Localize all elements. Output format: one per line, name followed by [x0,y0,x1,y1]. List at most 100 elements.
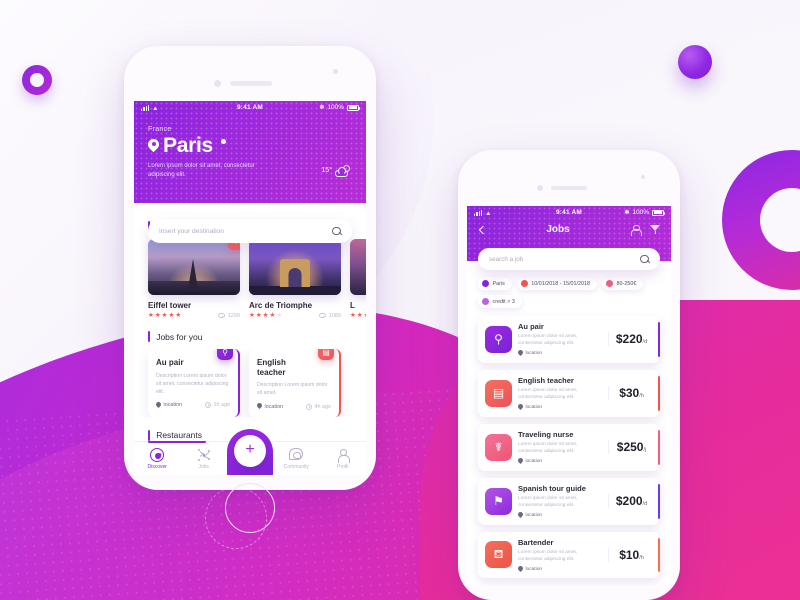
bartender-icon: ⛾ [485,541,512,569]
job-list-item[interactable]: ▤ English teacher Lorem ipsum dolor sit … [478,369,660,417]
hotspot-name: Eiffel tower [148,300,192,310]
tab-label: Discover [147,464,167,470]
job-item-description: Lorem ipsum dolor sit amet, consectetur … [518,334,578,347]
job-accent-edge [657,375,660,411]
hero-country: France [148,126,172,133]
hotspot-meta: ★★★★★ [350,311,366,320]
person-icon [336,448,350,463]
phone-sensor [641,175,645,179]
status-right: ✽ 100% [582,209,666,216]
job-location-label: location [525,405,543,410]
funnel-filter-icon[interactable] [650,224,661,235]
job-time-label: 1h ago [213,402,231,409]
job-list-item[interactable]: ⚑ Spanish tour guide Lorem ipsum dolor s… [478,477,660,525]
job-card-title: Au pair [156,358,184,368]
job-item-title: Traveling nurse [518,429,574,439]
louvre-photo [350,238,366,295]
tab-community[interactable]: Community [273,442,319,470]
status-bar: 9:41 AM ✽ 100% [134,101,366,114]
job-location-label: location [264,403,284,410]
status-time: 9:41 AM [236,104,264,111]
job-card[interactable]: ⚲ Au pair Description Lorem ipsum dolor … [148,349,240,417]
weather-temperature: 15° [321,167,332,175]
filter-chip[interactable]: 10/01/2018 - 15/01/2018 [516,277,598,290]
job-item-location: location [518,350,602,357]
price-value: $200 [615,494,643,509]
chip-label: Paris [492,280,505,287]
tab-active-indicator [148,441,206,443]
tab-jobs[interactable]: Jobs [180,442,226,470]
phone-home-button[interactable] [225,483,275,533]
job-item-description: Lorem ipsum dolor sit amet, consectetur … [518,387,578,401]
hotspot-card-row[interactable]: ♥ Eiffel tower ★★★★★ 1299 [134,238,366,320]
plus-icon: + [245,441,255,458]
chevron-left-icon[interactable] [477,225,486,234]
page-title: Jobs [546,224,570,235]
rating-stars: ★★★★★ [350,311,366,319]
hotspot-card[interactable]: L ★★★★★ [350,238,366,320]
phone-camera [537,185,543,191]
search-icon[interactable] [640,254,649,264]
job-item-location: location [518,458,602,465]
job-search-placeholder: search a job [489,255,524,263]
location-pin-icon [518,350,523,357]
hotspot-card[interactable]: ♥ Eiffel tower ★★★★★ 1299 [148,238,240,320]
hotspot-card[interactable]: Arc de Triomphe ★ ★ ★ ★ ★ 1089 [249,238,341,320]
price-value: $220 [615,332,643,347]
jobs-card-row[interactable]: ⚲ Au pair Description Lorem ipsum dolor … [134,349,366,417]
job-results-list[interactable]: ⚲ Au pair Lorem ipsum dolor sit amet, co… [467,308,671,579]
chip-label: 10/01/2018 - 15/01/2018 [531,280,591,287]
job-card-footer: location 4h ago [257,403,331,410]
job-location-label: location [525,566,543,572]
mockup-stage: 9:41 AM ✽ 100% France Paris Lorem ipsum … [0,0,800,600]
view-count-value: 1089 [328,312,341,319]
job-time-label: 4h ago [314,403,332,410]
job-item-description: Lorem ipsum dolor sit amet, consectetur … [518,495,578,508]
tab-label: Profil [337,464,349,470]
filter-chip[interactable]: 80-250€ [602,277,644,290]
chip-dot [482,298,489,305]
hero-city-row: Paris [148,135,352,156]
job-accent-edge [657,537,660,573]
search-icon[interactable] [332,226,341,236]
filter-chip[interactable]: credit > 3 [478,295,522,308]
job-item-title: Au pair [518,322,544,331]
person-icon[interactable] [630,224,642,236]
tour-guide-icon: ⚑ [485,487,512,515]
compass-icon [150,448,165,462]
bluetooth-icon: ✽ [319,105,325,111]
hotspot-meta: ★ ★ ★ ★ ★ 1089 [249,312,341,320]
job-item-price: $10/h [608,547,660,562]
status-right: ✽ 100% [263,104,361,111]
job-list-item[interactable]: ☤ Traveling nurse Lorem ipsum dolor sit … [478,423,660,471]
phone-sensor [333,69,338,74]
location-pin-icon [156,402,161,409]
job-list-item[interactable]: ⚲ Au pair Lorem ipsum dolor sit amet, co… [478,316,660,363]
job-search-bar[interactable]: search a job [478,248,660,270]
filter-chip[interactable]: Paris [478,277,512,290]
network-nodes-icon [197,448,211,462]
phone-speaker [230,81,272,86]
job-card-time: 4h ago [306,403,332,410]
job-item-body: Au pair Lorem ipsum dolor sit amet, cons… [512,322,608,357]
add-button[interactable]: + [234,435,266,467]
job-card-description: Description Lorem ipsum dolor sit amet, … [156,372,229,395]
job-card-footer: location 1h ago [156,402,230,409]
job-accent-edge [657,322,660,357]
job-card[interactable]: ▤ English teacher Description Lorem ipsu… [249,349,341,417]
tab-profil[interactable]: Profil [320,442,366,470]
jobs-navbar: Jobs [467,219,671,236]
job-accent-edge [657,429,660,465]
destination-search-bar[interactable]: Insert your destination [148,219,352,243]
section-title-restaurants: Restaurants [156,430,203,441]
stroller-icon: ⚲ [217,349,233,361]
tab-discover[interactable]: Discover [134,442,180,470]
section-header-jobs: Jobs for you [134,331,366,343]
job-list-item[interactable]: ⛾ Bartender Lorem ipsum dolor sit amet, … [478,531,660,579]
chip-label: credit > 3 [492,298,515,305]
clock-icon [205,402,211,409]
job-card-title: English teacher [257,358,286,377]
chip-dot [606,280,614,287]
add-button-wrapper[interactable]: + [227,429,273,475]
wifi-icon [485,210,492,216]
